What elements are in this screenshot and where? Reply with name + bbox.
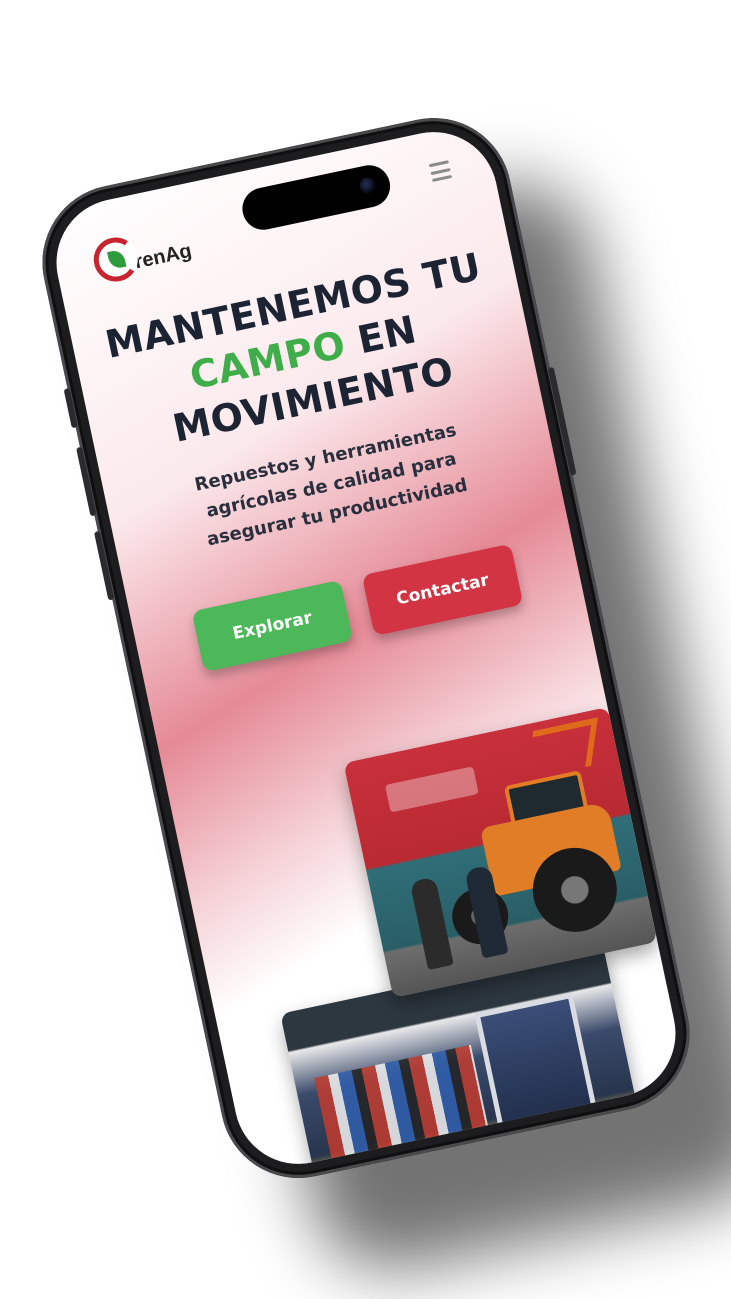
brand-name-text: renAg [132, 239, 194, 273]
menu-bar [428, 160, 450, 168]
storefront-tractor-photo [343, 707, 658, 998]
leaf-shape [107, 248, 127, 270]
explore-button[interactable]: Explorar [191, 579, 354, 673]
camera-icon [358, 176, 378, 195]
store-sign [384, 766, 479, 813]
brand-logo[interactable]: renAg [89, 222, 195, 286]
hero-section: MANTENEMOS TU CAMPO EN MOVIMIENTO Repues… [69, 236, 559, 574]
leaf-logo-icon [89, 233, 142, 286]
hamburger-menu-icon[interactable] [428, 160, 453, 182]
phone-mockup: renAg MANTENEMOS TU CAMPO EN MOVIMIENTO … [27, 103, 705, 1193]
brand-name: renAg [132, 239, 193, 274]
person-figure [409, 876, 454, 971]
menu-bar [430, 167, 451, 175]
menu-bar [431, 174, 453, 182]
contact-button[interactable]: Contactar [361, 543, 524, 636]
chevron-logo-icon [526, 717, 598, 780]
